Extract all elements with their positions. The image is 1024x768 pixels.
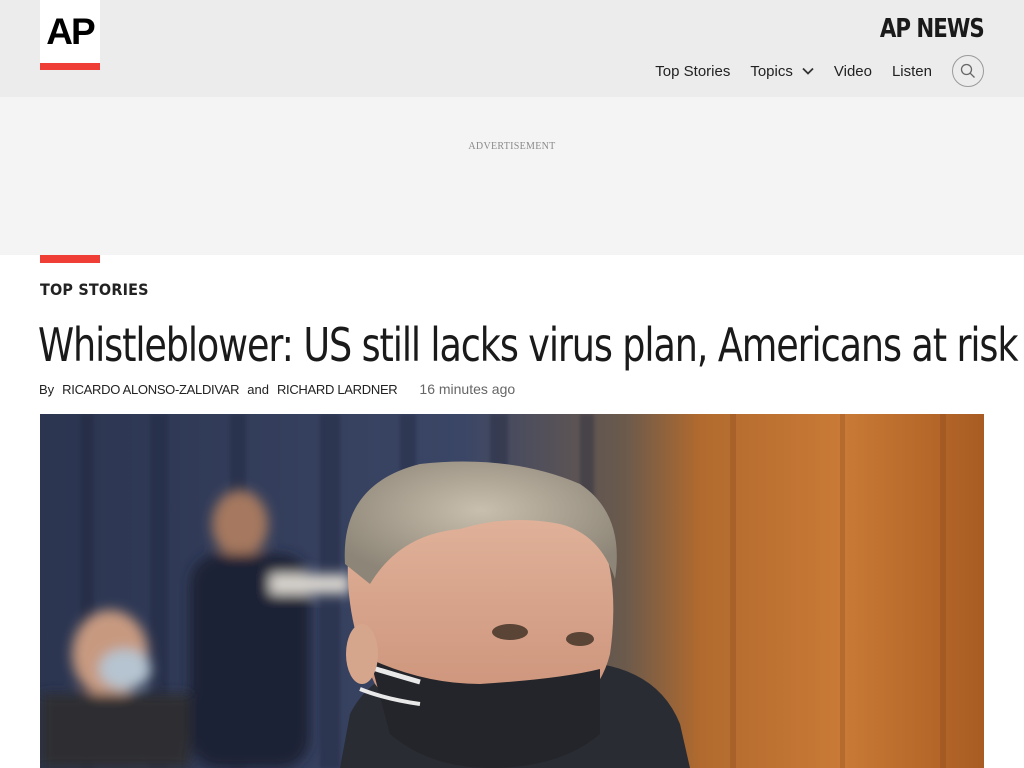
nav-item-topics[interactable]: Topics (750, 63, 814, 80)
chevron-down-icon (802, 67, 814, 75)
byline-prefix: By (39, 382, 55, 397)
ap-logo[interactable]: AP (40, 0, 100, 70)
nav-label: Video (833, 62, 872, 80)
main-nav: Top Stories Topics Video Listen (635, 61, 932, 81)
timestamp: 16 minutes ago (419, 381, 516, 397)
section-accent-bar (40, 255, 100, 263)
site-header: AP AP NEWS Top Stories Topics Video List… (0, 0, 1024, 97)
nav-item-listen[interactable]: Listen (892, 63, 932, 80)
brand-wordmark[interactable]: AP NEWS (880, 14, 985, 44)
nav-item-video[interactable]: Video (834, 63, 872, 80)
author-link[interactable]: RICHARD LARDNER (277, 382, 398, 397)
nav-label: Top Stories (655, 62, 731, 80)
search-icon (960, 63, 975, 78)
nav-label: Listen (891, 62, 932, 80)
byline-conjunction: and (247, 382, 269, 397)
advertisement-label: ADVERTISEMENT (468, 141, 556, 152)
advertisement-slot[interactable]: ADVERTISEMENT (0, 97, 1024, 255)
byline: By RICARDO ALONSO-ZALDIVAR and RICHARD L… (39, 381, 515, 397)
ap-logo-text: AP (46, 11, 95, 52)
ap-logo-bar (40, 63, 100, 70)
lead-photo[interactable] (40, 414, 984, 768)
search-button[interactable] (952, 55, 984, 87)
article-headline: Whistleblower: US still lacks virus plan… (38, 318, 1019, 372)
section-link[interactable]: TOP STORIES (40, 280, 149, 299)
nav-item-top-stories[interactable]: Top Stories (655, 63, 730, 80)
author-link[interactable]: RICARDO ALONSO-ZALDIVAR (62, 382, 239, 397)
nav-label: Topics (750, 62, 793, 80)
